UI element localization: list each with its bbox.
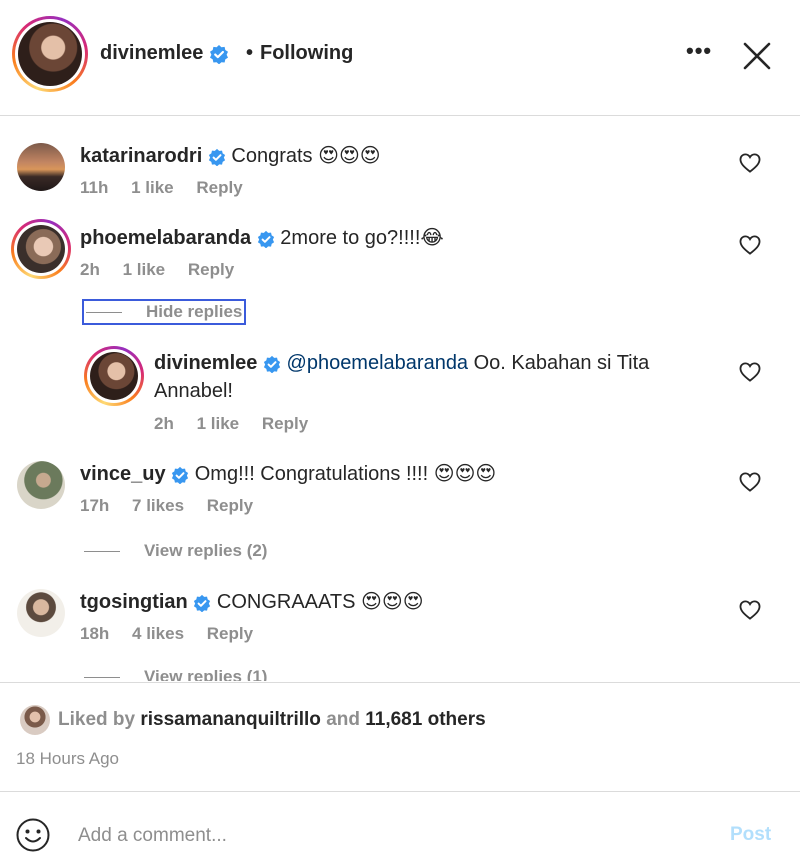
comment-body: Congrats [231,145,313,167]
comment-username[interactable]: vince_uy [80,463,166,485]
avatar[interactable] [17,589,65,637]
reply-username[interactable]: divinemlee [154,352,257,374]
avatar[interactable] [84,346,144,406]
comment-text-line: phoemelabaranda 2more to go?!!!!😂 [80,225,444,250]
like-heart-icon[interactable] [739,235,761,255]
comment-meta: 2h 1 like Reply [80,260,252,280]
reply-body: Oo. Kabahan si Tita [473,352,650,374]
reply-time[interactable]: 2h [154,414,174,433]
liked-by-line: Liked by rissamananquiltrillo and 11,681… [58,709,486,731]
likes-section: Liked by rissamananquiltrillo and 11,681… [0,682,800,790]
post-button[interactable]: Post [730,824,771,846]
replies-divider [84,677,120,679]
verified-badge-icon [209,44,228,64]
comment-username[interactable]: katarinarodri [80,145,202,167]
view-replies-button[interactable]: View replies (2) [84,541,267,561]
comment-time[interactable]: 11h [80,178,108,197]
comment-text-line: vince_uy Omg!!! Congratulations !!!! 😍😍😍 [80,461,496,486]
view-replies-label[interactable]: View replies (1) [144,667,267,681]
comment-emoji: 😍😍😍 [433,461,497,485]
comment-emoji: 😂 [420,225,444,249]
view-replies-button[interactable]: View replies (1) [84,667,267,681]
following-button[interactable]: Following [260,42,353,65]
verified-badge-icon [208,148,225,166]
liked-by-and: and [326,709,360,730]
close-icon[interactable] [741,40,773,72]
comment-body: CONGRAAATS [216,591,356,613]
comment-time[interactable]: 2h [80,260,100,279]
reply-button[interactable]: Reply [207,496,253,515]
hide-replies-button[interactable]: Hide replies [82,299,247,325]
reply-button[interactable]: Reply [196,178,242,197]
comment-likes[interactable]: 1 like [123,260,166,279]
comment-emoji: 😍😍😍 [318,143,381,167]
header-separator: • [246,42,254,64]
reply-button[interactable]: Reply [207,624,253,643]
liked-by-others[interactable]: 11,681 others [365,709,485,730]
comment-meta: 17h 7 likes Reply [80,496,271,516]
avatar[interactable] [17,461,65,509]
replies-divider [86,312,122,314]
avatar[interactable] [17,143,65,191]
liker-avatar[interactable] [20,705,50,735]
avatar[interactable] [11,219,71,279]
reply-button[interactable]: Reply [262,414,308,433]
reply-button[interactable]: Reply [188,260,234,279]
author-username[interactable]: divinemlee [100,42,203,64]
view-replies-label[interactable]: View replies (2) [144,541,267,560]
comment-text-line: katarinarodri Congrats 😍😍😍 [80,143,381,168]
verified-badge-icon [257,230,274,248]
liked-by-prefix: Liked by [58,709,136,730]
replies-divider [84,551,120,553]
reply-text-line: divinemlee @phoemelabaranda Oo. Kabahan … [154,351,649,375]
reply-meta: 2h 1 like Reply [154,414,326,434]
hide-replies-label[interactable]: Hide replies [146,302,242,321]
mention-link[interactable]: @phoemelabaranda [287,352,469,374]
post-timestamp[interactable]: 18 Hours Ago [16,749,119,769]
comment-username[interactable]: phoemelabaranda [80,227,251,249]
like-heart-icon[interactable] [739,153,761,173]
comment-likes[interactable]: 1 like [131,178,174,197]
comment-body: Omg!!! Congratulations !!!! [194,463,429,485]
comments-list[interactable]: katarinarodri Congrats 😍😍😍 11h 1 like Re… [0,117,800,681]
verified-badge-icon [172,466,189,484]
comment-composer: Post [0,791,800,863]
verified-badge-icon [194,594,211,612]
verified-badge-icon [263,355,281,373]
comment-likes[interactable]: 7 likes [132,496,184,515]
more-horizontal-icon[interactable]: ••• [686,38,712,64]
post-header: divinemlee • Following ••• [0,0,800,116]
comment-meta: 18h 4 likes Reply [80,624,271,644]
reply-text-line-2: Annabel! [154,380,233,402]
like-heart-icon[interactable] [739,472,761,492]
author-avatar[interactable] [12,16,88,92]
like-heart-icon[interactable] [739,362,761,382]
comment-username[interactable]: tgosingtian [80,591,188,613]
author-username-link[interactable]: divinemlee [100,42,229,65]
comment-time[interactable]: 17h [80,496,109,515]
comment-meta: 11h 1 like Reply [80,178,261,198]
comment-text-line: tgosingtian CONGRAAATS 😍😍😍 [80,589,424,614]
comment-emoji: 😍😍😍 [361,589,424,613]
reply-likes[interactable]: 1 like [197,414,240,433]
comment-input[interactable] [78,822,678,850]
smiley-icon[interactable] [16,818,50,852]
like-heart-icon[interactable] [739,600,761,620]
comment-time[interactable]: 18h [80,624,109,643]
comment-body: 2more to go?!!!! [280,227,421,249]
comment-likes[interactable]: 4 likes [132,624,184,643]
liked-by-user[interactable]: rissamananquiltrillo [140,709,321,730]
